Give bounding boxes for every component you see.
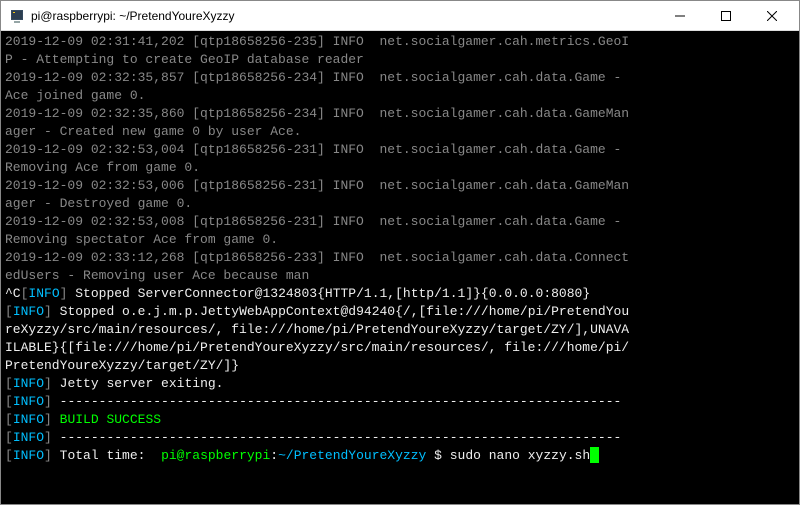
log-line: 2019-12-09 02:32:35,857 [qtp18658256-234… [5,70,629,85]
log-line: reXyzzy/src/main/resources/, file:///hom… [5,322,629,337]
log-line: 2019-12-09 02:32:53,004 [qtp18658256-231… [5,142,629,157]
info-tag: INFO [13,448,44,463]
build-success: BUILD SUCCESS [60,412,161,427]
bracket: ] [44,412,60,427]
titlebar[interactable]: pi@raspberrypi: ~/PretendYoureXyzzy [1,1,799,31]
info-tag: INFO [13,394,44,409]
terminal-output[interactable]: 2019-12-09 02:31:41,202 [qtp18658256-235… [1,31,799,504]
info-tag: INFO [13,304,44,319]
log-line: Removing Ace from game 0. [5,160,200,175]
log-line: 2019-12-09 02:31:41,202 [qtp18658256-235… [5,34,629,49]
prompt-user: pi@raspberrypi [161,448,270,463]
maximize-button[interactable] [703,1,749,30]
sigint: ^C [5,286,21,301]
log-line: Ace joined game 0. [5,88,145,103]
command-input[interactable]: sudo nano xyzzy.sh [450,448,590,463]
cursor-block [590,447,599,463]
bracket: ] [44,448,60,463]
bracket: ] [44,376,60,391]
log-line: 2019-12-09 02:32:53,006 [qtp18658256-231… [5,178,629,193]
window-title: pi@raspberrypi: ~/PretendYoureXyzzy [31,9,657,23]
putty-window: pi@raspberrypi: ~/PretendYoureXyzzy 2019… [0,0,800,505]
log-line: ager - Destroyed game 0. [5,196,192,211]
bracket: ] [44,430,60,445]
bracket: [ [5,376,13,391]
log-line: ILABLE}{[file:///home/pi/PretendYoureXyz… [5,340,629,355]
bracket: [ [5,304,13,319]
bracket: [ [5,448,13,463]
window-controls [657,1,795,30]
info-tag: INFO [13,376,44,391]
info-tag: INFO [13,430,44,445]
log-line: 2019-12-09 02:32:35,860 [qtp18658256-234… [5,106,629,121]
log-line: Stopped o.e.j.m.p.JettyWebAppContext@d94… [60,304,630,319]
log-line: Removing spectator Ace from game 0. [5,232,278,247]
putty-icon [9,8,25,24]
info-tag: INFO [13,412,44,427]
log-line: P - Attempting to create GeoIP database … [5,52,364,67]
bracket: [ [5,412,13,427]
prompt-path: ~/PretendYoureXyzzy [278,448,426,463]
bracket: [ [5,394,13,409]
divider: ----------------------------------------… [60,430,622,445]
prompt-dollar: $ [426,448,449,463]
bracket: [ [5,430,13,445]
log-line: 2019-12-09 02:33:12,268 [qtp18658256-233… [5,250,629,265]
log-line: ager - Created new game 0 by user Ace. [5,124,301,139]
log-line: edUsers - Removing user Ace because man [5,268,309,283]
close-button[interactable] [749,1,795,30]
info-tag: INFO [28,286,59,301]
log-line: Jetty server exiting. [60,376,224,391]
minimize-button[interactable] [657,1,703,30]
bracket: ] [44,394,60,409]
bracket: ] [44,304,60,319]
log-line: PretendYoureXyzzy/target/ZY/]} [5,358,239,373]
log-line: Stopped ServerConnector@1324803{HTTP/1.1… [75,286,590,301]
total-time: Total time: [60,448,161,463]
log-line: 2019-12-09 02:32:53,008 [qtp18658256-231… [5,214,629,229]
bracket: ] [60,286,76,301]
prompt-colon: : [270,448,278,463]
divider: ----------------------------------------… [60,394,622,409]
